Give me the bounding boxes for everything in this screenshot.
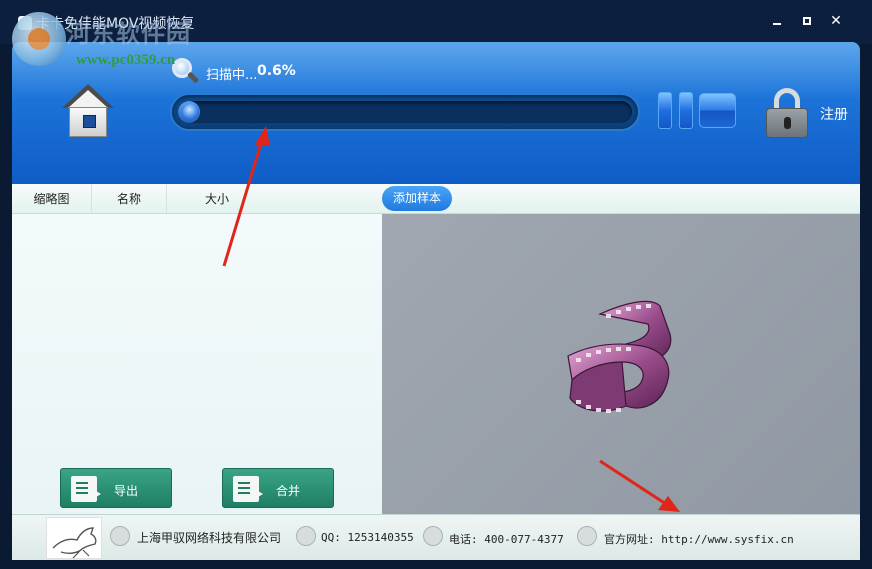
- column-name[interactable]: 名称: [92, 184, 167, 214]
- register-link[interactable]: 注册: [820, 104, 848, 124]
- progress-knob: [183, 104, 199, 120]
- toolbar-header: 扫描中... 0.6% 注册: [12, 42, 860, 184]
- magnifier-icon: [170, 56, 200, 86]
- horse-logo-icon: [52, 527, 97, 559]
- company-logo: [46, 517, 102, 559]
- add-sample-button[interactable]: 添加样本: [382, 186, 452, 211]
- progress-fill: [178, 101, 200, 123]
- pause-button[interactable]: [658, 92, 694, 129]
- footer-bar: 上海甲驭网络科技有限公司 QQ: 1253140355 电话: 400-077-…: [12, 514, 860, 560]
- maximize-button[interactable]: [800, 14, 814, 28]
- film-reel-icon: [567, 300, 672, 413]
- qq-icon: [296, 526, 316, 546]
- company-name: 上海甲驭网络科技有限公司: [137, 531, 282, 545]
- column-thumbnail[interactable]: 缩略图: [12, 184, 92, 214]
- close-icon: ✕: [830, 13, 842, 29]
- preview-panel: [382, 214, 860, 514]
- qq-number: QQ: 1253140355: [321, 531, 414, 544]
- website-link[interactable]: 官方网址: http://www.sysfix.cn: [604, 531, 794, 547]
- title-bar: 卡卡免佳能MOV视频恢复 ✕: [0, 0, 872, 44]
- stop-button[interactable]: [699, 93, 736, 128]
- progress-track: [178, 101, 632, 123]
- scan-progress-bar: [170, 93, 640, 131]
- company-icon: [110, 526, 130, 546]
- globe-icon: [577, 526, 597, 546]
- scan-percent: 0.6%: [257, 63, 296, 79]
- export-label: 导出: [113, 484, 138, 498]
- phone-number: 电话: 400-077-4377: [449, 533, 564, 546]
- phone-icon: [423, 526, 443, 546]
- scan-status-label: 扫描中...: [206, 68, 258, 83]
- app-icon: [18, 16, 32, 30]
- window-title: 卡卡免佳能MOV视频恢复: [36, 16, 195, 32]
- column-size[interactable]: 大小: [167, 184, 267, 214]
- minimize-icon: [773, 23, 781, 25]
- register-lock-button[interactable]: [766, 88, 808, 138]
- export-button[interactable]: 导出: [60, 468, 172, 508]
- file-list-header: 缩略图 名称 大小 添加样本: [12, 184, 860, 214]
- maximize-icon: [803, 17, 811, 25]
- close-button[interactable]: ✕: [829, 14, 843, 28]
- home-button[interactable]: [62, 84, 114, 138]
- merge-button[interactable]: 合并: [222, 468, 334, 508]
- merge-label: 合并: [275, 484, 300, 498]
- pause-icon: [658, 92, 672, 129]
- file-list-panel[interactable]: 导出 合并: [12, 214, 382, 514]
- minimize-button[interactable]: [770, 14, 784, 28]
